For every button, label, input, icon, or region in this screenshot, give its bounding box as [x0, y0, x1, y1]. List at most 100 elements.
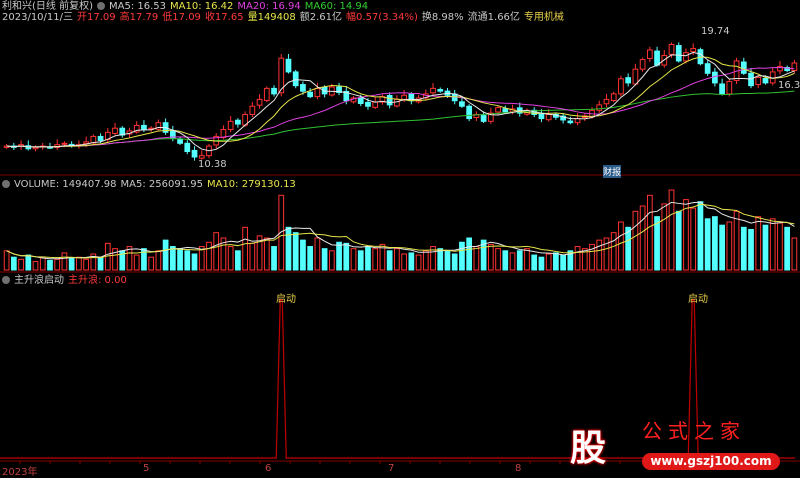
x-axis-label: 6 [265, 463, 272, 474]
volume-bar [3, 250, 10, 271]
volume-bar [47, 259, 53, 271]
candle-up [610, 93, 617, 101]
candle-up [495, 107, 501, 113]
candle-up [791, 62, 798, 72]
volume-bar [690, 207, 697, 271]
candle-down [459, 101, 465, 107]
candle-down [538, 112, 545, 120]
high-price-label: 19.74 [701, 26, 730, 37]
volume-bar [509, 252, 516, 271]
volume-bar [495, 248, 501, 271]
volume-bar [184, 250, 191, 271]
volume-bar [169, 246, 176, 271]
candle-down [625, 77, 632, 84]
volume-bar [733, 210, 740, 271]
volume-bar [292, 232, 299, 271]
volume-bar [285, 226, 292, 271]
candle-down [466, 105, 473, 120]
candle-up [372, 101, 379, 108]
volume-bar [560, 254, 566, 271]
volume-bar [719, 224, 725, 271]
volume-bar [263, 237, 270, 271]
volume-bar [357, 250, 364, 271]
candle-down [357, 97, 364, 104]
volume-bar [444, 250, 451, 271]
volume-bar [712, 216, 718, 271]
candle-down [704, 63, 711, 74]
candle-down [740, 61, 747, 74]
volume-bar [618, 221, 624, 271]
volume-bar [242, 226, 248, 271]
candle-up [596, 104, 603, 111]
candle-up [683, 52, 689, 62]
volume-bar [748, 228, 754, 271]
volume-bar [726, 221, 733, 271]
volume-bar [632, 210, 639, 271]
volume-bar [451, 253, 458, 271]
candle-down [567, 120, 574, 124]
candle-down [141, 124, 147, 131]
candle-up [314, 87, 321, 98]
candle-down [235, 119, 241, 125]
candle-up [574, 118, 581, 124]
x-axis-label: 8 [515, 463, 522, 474]
volume-bar [408, 252, 415, 271]
volume-bar [625, 226, 632, 271]
candle-up [198, 155, 205, 159]
signal-label: 启动 [688, 294, 708, 305]
event-badge[interactable]: 财报 [603, 165, 622, 178]
volume-bar [394, 248, 400, 271]
candle-down [191, 149, 198, 158]
volume-bar [300, 239, 306, 271]
candle-up [249, 105, 256, 115]
x-axis-label: 7 [388, 463, 395, 474]
volume-bar [372, 248, 379, 271]
last-price-label: 16.30 [778, 80, 800, 91]
volume-bar [516, 250, 523, 271]
candle-up [401, 94, 407, 100]
candle-up [603, 98, 610, 105]
candle-down [762, 78, 769, 84]
volume-bar [401, 253, 407, 271]
volume-bar [459, 241, 465, 271]
watermark-logo: 股 公式之家 www.gszj100.com [556, 413, 796, 473]
volume-bar [386, 250, 393, 271]
stock-chart[interactable] [0, 0, 800, 474]
candle-up [639, 59, 646, 70]
volume-bar [422, 250, 429, 271]
volume-bar [314, 237, 321, 271]
signal-label: 启动 [276, 294, 296, 305]
x-axis-label: 5 [143, 463, 150, 474]
volume-bar [249, 242, 256, 271]
candle-down [437, 88, 444, 92]
volume-bar [755, 216, 762, 271]
volume-bar [307, 246, 314, 271]
volume-bar [148, 256, 155, 271]
volume-bar [328, 250, 335, 271]
volume-bar [227, 246, 234, 271]
logo-name: 公式之家 [642, 419, 746, 443]
candle-up [256, 98, 263, 106]
volume-bar [155, 250, 162, 271]
volume-bar [10, 256, 17, 271]
volume-bar [777, 222, 783, 271]
volume-bar [32, 260, 39, 271]
volume-bar [83, 258, 89, 271]
volume-bar [704, 218, 711, 271]
volume-bar [343, 242, 350, 271]
volume-bar [437, 248, 444, 271]
candle-down [675, 45, 682, 62]
candle-down [292, 71, 299, 87]
candle-down [719, 83, 725, 95]
volume-bar [271, 246, 277, 271]
x-axis-label: 2023年 [2, 467, 38, 478]
volume-bar [191, 253, 198, 271]
candle-up [618, 78, 624, 95]
candle-up [263, 87, 270, 101]
volume-bar [531, 254, 538, 271]
volume-bar [524, 248, 530, 271]
candle-down [502, 108, 509, 113]
volume-bar [97, 256, 104, 271]
candle-up [755, 76, 762, 86]
volume-bar [538, 256, 545, 271]
